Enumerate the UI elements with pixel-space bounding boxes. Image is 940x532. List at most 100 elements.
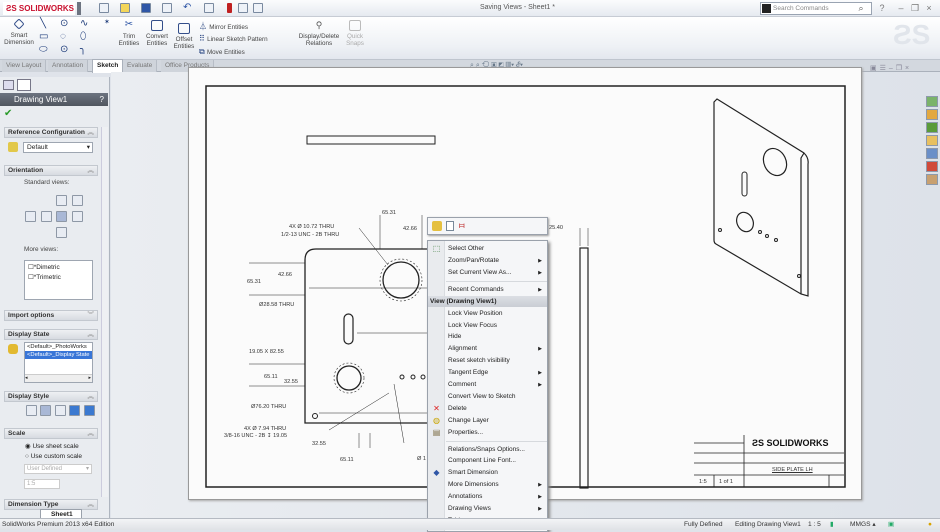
ok-checkmark-icon[interactable]: ✔ bbox=[4, 108, 12, 119]
menu-item-drawing-views[interactable]: Drawing Views ▶ bbox=[428, 503, 547, 515]
panel-scrollbar[interactable] bbox=[101, 127, 108, 497]
display-state-list[interactable]: <Default>_PhotoWorks <Default>_Display S… bbox=[24, 342, 93, 383]
dimension-label[interactable]: 65.11 bbox=[340, 457, 354, 463]
ellipse-icon[interactable]: ⬯ bbox=[80, 31, 86, 42]
configuration-select[interactable]: Default ▾ bbox=[23, 142, 93, 153]
menu-item-hide[interactable]: Hide bbox=[428, 331, 547, 343]
reference-configuration-header[interactable]: Reference Configuration ︽ bbox=[4, 127, 98, 138]
file-properties-icon[interactable] bbox=[238, 3, 248, 13]
menu-item-comment[interactable]: Comment ▶ bbox=[428, 379, 547, 391]
quick-snaps-button[interactable]: Quick Snaps bbox=[344, 20, 366, 47]
search-icon[interactable]: ⌕ bbox=[856, 3, 866, 13]
hidden-lines-removed-button[interactable] bbox=[55, 405, 66, 416]
custom-scale-select[interactable]: User Defined ▾ bbox=[24, 464, 92, 474]
dimension-label[interactable]: 32.55 bbox=[284, 379, 298, 385]
menu-item-convert-view-to-sketch[interactable]: Convert View to Sketch bbox=[428, 391, 547, 403]
shaded-button[interactable] bbox=[84, 405, 95, 416]
view-palette-icon[interactable] bbox=[926, 148, 938, 159]
menu-item-reset-sketch-visibility[interactable]: Reset sketch visibility bbox=[428, 355, 547, 367]
horizontal-scrollbar[interactable]: ◂ ▸ bbox=[25, 374, 92, 382]
folder-icon[interactable] bbox=[926, 135, 938, 146]
unit-system-select[interactable]: MMGS ▴ bbox=[850, 519, 876, 530]
hidden-lines-visible-button[interactable] bbox=[40, 405, 51, 416]
display-state-item[interactable]: <Default>_PhotoWorks bbox=[25, 343, 92, 351]
import-options-header[interactable]: Import options ︾ bbox=[4, 310, 98, 321]
new-document-icon[interactable] bbox=[99, 3, 109, 13]
tab-evaluate[interactable]: Evaluate bbox=[123, 60, 158, 72]
menu-item-delete[interactable]: Delete ✕ bbox=[428, 403, 547, 415]
spline-icon[interactable]: ∿ bbox=[80, 18, 88, 29]
property-manager-tab-icon[interactable] bbox=[17, 79, 31, 91]
offset-entities-button[interactable]: Offset Entities bbox=[173, 23, 195, 50]
dimension-label[interactable]: 42.66 bbox=[278, 272, 292, 278]
print-icon[interactable] bbox=[162, 3, 172, 13]
view-front-button[interactable] bbox=[41, 211, 52, 222]
circle-icon[interactable]: ⊙ bbox=[60, 18, 68, 29]
menu-item-lock-view-focus[interactable]: Lock View Focus bbox=[428, 320, 547, 332]
view-right-button[interactable] bbox=[56, 211, 67, 222]
dimension-label[interactable]: 65.31 bbox=[247, 279, 261, 285]
document-window-controls[interactable]: ▣☰–❐× bbox=[870, 64, 912, 72]
dimension-label[interactable]: 25.40 bbox=[549, 225, 563, 231]
select-icon[interactable] bbox=[204, 3, 214, 13]
rectangle-icon[interactable]: ▭ bbox=[39, 31, 48, 42]
menu-item-annotations[interactable]: Annotations ▶ bbox=[428, 491, 547, 503]
custom-scale-input[interactable]: 1:5 bbox=[24, 479, 60, 489]
open-drawing-icon[interactable] bbox=[432, 221, 442, 231]
save-icon[interactable] bbox=[141, 3, 151, 13]
polygon-icon[interactable]: ⊙ bbox=[60, 44, 68, 55]
menu-item-zoom-pan-rotate[interactable]: Zoom/Pan/Rotate ▶ bbox=[428, 255, 547, 267]
hole-callout[interactable]: 4X Ø 10.72 THRU bbox=[289, 224, 334, 230]
more-views-list[interactable]: ☐*Dimetric ☐*Trimetric bbox=[24, 260, 93, 300]
wireframe-button[interactable] bbox=[26, 405, 37, 416]
hole-callout[interactable]: 4X Ø 7.94 THRU bbox=[244, 426, 286, 432]
more-views-item-dimetric[interactable]: ☐*Dimetric bbox=[25, 261, 92, 273]
rebuild-icon[interactable] bbox=[227, 3, 232, 13]
menu-item-component-line-font[interactable]: Component Line Font... bbox=[428, 455, 547, 467]
open-icon[interactable] bbox=[120, 3, 130, 13]
menu-item-tangent-edge[interactable]: Tangent Edge ▶ bbox=[428, 367, 547, 379]
hole-callout[interactable]: Ø76.20 THRU bbox=[251, 404, 286, 410]
tab-annotation[interactable]: Annotation bbox=[48, 60, 89, 72]
file-explorer-icon[interactable] bbox=[926, 122, 938, 133]
menu-item-relations-snaps-options[interactable]: Relations/Snaps Options... bbox=[428, 444, 547, 456]
more-views-item-trimetric[interactable]: ☐*Trimetric bbox=[25, 273, 92, 281]
display-state-header[interactable]: Display State ︽ bbox=[4, 329, 98, 340]
point-icon[interactable]: ✶ bbox=[104, 18, 110, 26]
line-icon[interactable]: ╲ bbox=[40, 18, 46, 29]
menu-item-more-dimensions[interactable]: More Dimensions ▶ bbox=[428, 479, 547, 491]
dimension-label[interactable]: 65.11 bbox=[264, 374, 278, 380]
feature-manager-tab-icon[interactable] bbox=[3, 80, 14, 90]
convert-entities-button[interactable]: Convert Entities bbox=[144, 20, 170, 47]
help-icon[interactable]: ? bbox=[100, 93, 104, 106]
linear-sketch-pattern-button[interactable]: ⠿ Linear Sketch Pattern bbox=[199, 34, 268, 43]
view-top-button[interactable] bbox=[56, 195, 67, 206]
hole-callout[interactable]: 1/2-13 UNC - 2B THRU bbox=[281, 232, 339, 238]
dimension-label[interactable]: 42.66 bbox=[403, 226, 417, 232]
menu-item-properties[interactable]: Properties... ▤ bbox=[428, 427, 547, 439]
custom-properties-icon[interactable] bbox=[926, 174, 938, 185]
menu-item-smart-dimension[interactable]: Smart Dimension ◆ bbox=[428, 467, 547, 479]
notification-icon[interactable]: ● bbox=[928, 519, 932, 530]
resources-icon[interactable] bbox=[926, 96, 938, 107]
undo-icon[interactable]: ↶ bbox=[183, 3, 193, 13]
dimension-label[interactable]: 32.55 bbox=[312, 441, 326, 447]
dimension-label[interactable]: 65.31 bbox=[382, 210, 396, 216]
hole-callout[interactable]: Ø 1 bbox=[417, 456, 426, 462]
scale-header[interactable]: Scale ︽ bbox=[4, 428, 98, 439]
use-sheet-scale-radio[interactable]: ◉ Use sheet scale bbox=[25, 442, 79, 450]
view-left-button[interactable] bbox=[25, 211, 36, 222]
slot-icon[interactable]: ⬭ bbox=[39, 44, 48, 55]
align-icon[interactable]: ⧦ bbox=[459, 220, 465, 231]
minimize-icon[interactable]: – bbox=[896, 3, 906, 13]
hole-callout[interactable]: Ø28.58 THRU bbox=[259, 302, 294, 308]
mirror-entities-button[interactable]: ⏃ Mirror Entities bbox=[199, 21, 248, 32]
customize-icon[interactable]: ▣ bbox=[888, 519, 894, 530]
close-icon[interactable]: × bbox=[924, 3, 934, 13]
menu-item-alignment[interactable]: Alignment ▶ bbox=[428, 343, 547, 355]
tab-sketch[interactable]: Sketch bbox=[92, 59, 124, 73]
tab-view-layout[interactable]: View Layout bbox=[2, 60, 47, 72]
help-icon[interactable]: ? bbox=[877, 3, 887, 13]
design-library-icon[interactable] bbox=[926, 109, 938, 120]
display-style-header[interactable]: Display Style ︽ bbox=[4, 391, 98, 402]
